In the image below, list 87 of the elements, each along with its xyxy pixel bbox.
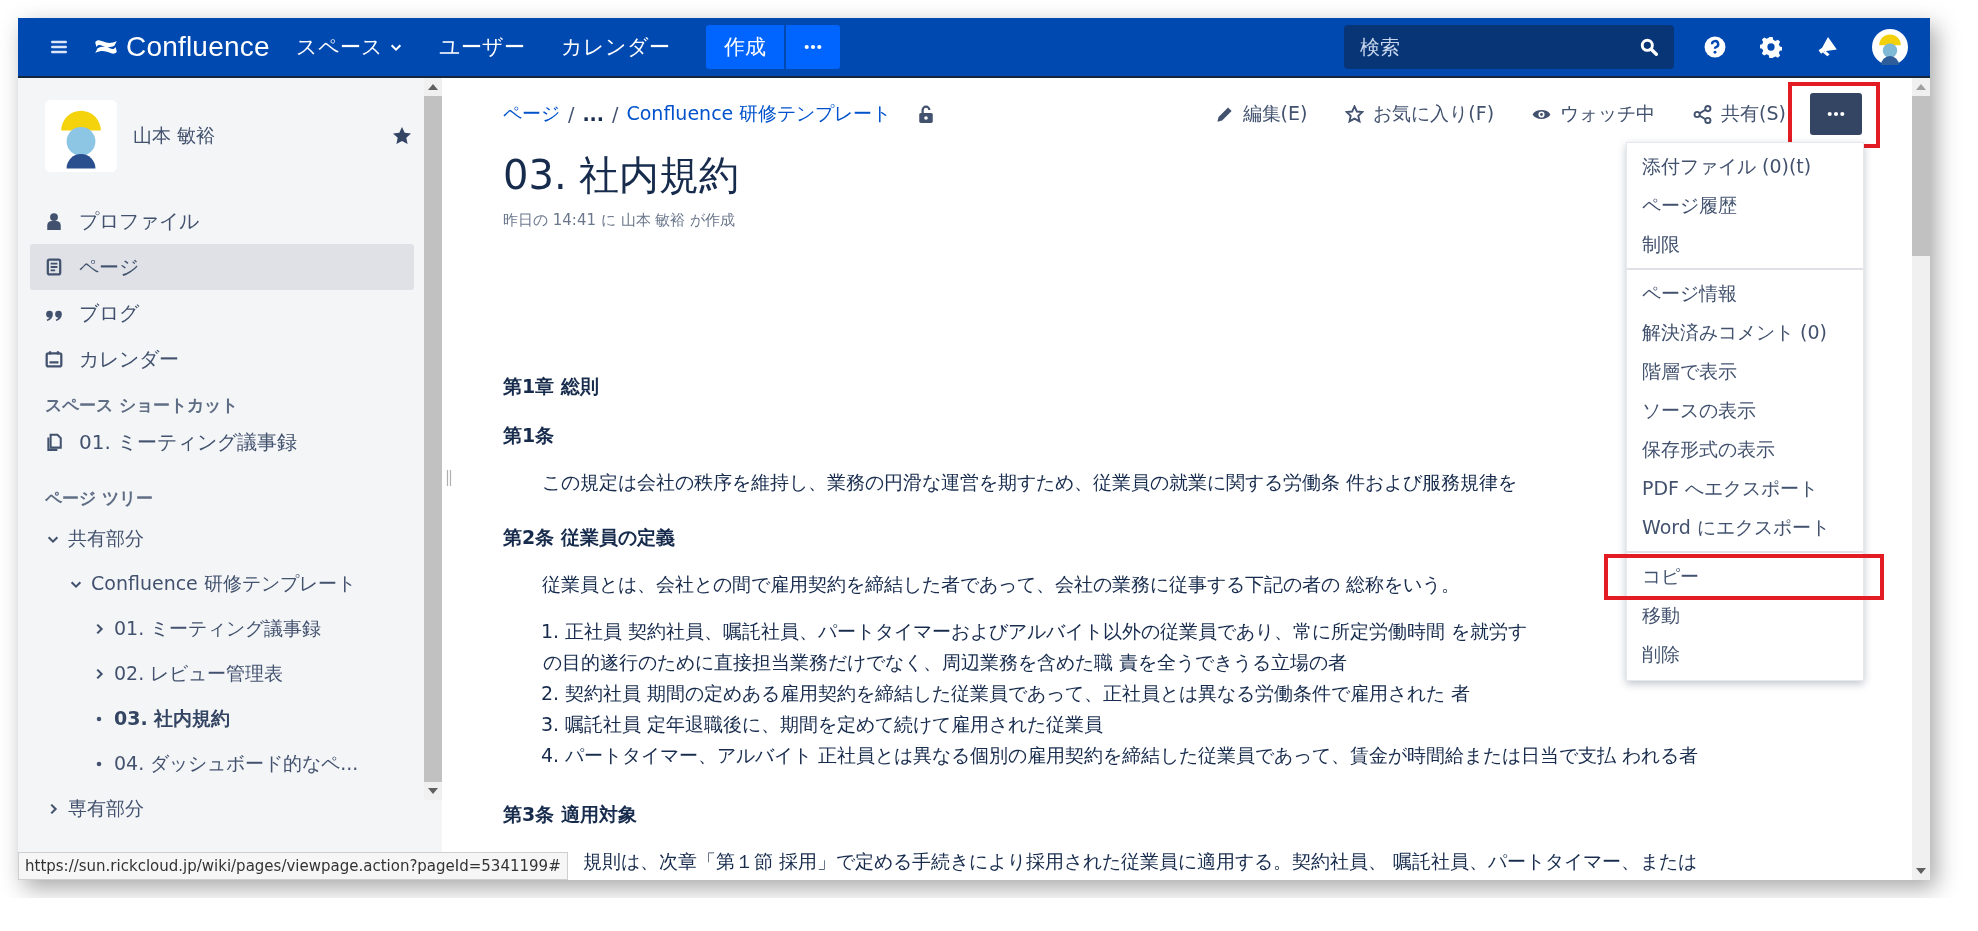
nav-link[interactable]: スペース: [295, 33, 403, 61]
sidebar-item[interactable]: ページ: [30, 244, 414, 290]
scroll-down-icon: [428, 788, 438, 794]
pages-icon: [45, 258, 63, 276]
menu-item[interactable]: 削除: [1627, 635, 1863, 674]
section-heading: スペース ショートカット: [44, 394, 239, 417]
calendar-icon: [45, 350, 63, 368]
breadcrumb-ellipsis[interactable]: ...: [582, 103, 605, 125]
resize-handle-icon[interactable]: [446, 470, 452, 486]
search-icon[interactable]: [1640, 38, 1658, 56]
tree-item[interactable]: 01. ミーティング議事録: [114, 615, 322, 642]
more-actions-button[interactable]: [1810, 93, 1862, 135]
list-number: 4.: [541, 743, 560, 768]
create-button[interactable]: 作成: [705, 25, 784, 69]
article-heading: 第3条 適用対象: [503, 802, 637, 827]
menu-item[interactable]: ページ履歴: [1627, 186, 1863, 225]
star-icon: [1345, 104, 1365, 124]
tree-item[interactable]: 共有部分: [68, 525, 144, 552]
menu-item[interactable]: ページ情報: [1627, 274, 1863, 313]
page-byline: 昨日の 14:41 に 山本 敏裕 が作成: [503, 211, 736, 230]
menu-item[interactable]: コピー: [1627, 557, 1863, 596]
scroll-up-icon: [1916, 84, 1926, 90]
sidebar-item[interactable]: ブログ: [30, 290, 414, 336]
scrollbar-thumb[interactable]: [1912, 96, 1930, 256]
more-icon: [1827, 111, 1845, 117]
space-avatar: [45, 100, 117, 172]
star-icon[interactable]: [392, 126, 412, 146]
menu-item[interactable]: 制限: [1627, 225, 1863, 264]
more-icon: [803, 44, 822, 50]
tree-item[interactable]: Confluence 研修テンプレート: [91, 570, 356, 597]
chapter-heading: 第1章 総則: [503, 374, 599, 399]
menu-item[interactable]: 保存形式の表示: [1627, 430, 1863, 469]
app-logo-text[interactable]: Confluence: [126, 31, 270, 63]
menu-item[interactable]: ソースの表示: [1627, 391, 1863, 430]
section-heading: ページ ツリー: [44, 487, 154, 510]
paragraph: 従業員とは、会社との間で雇用契約を締結した者であって、会社の業務に従事する下記の者の 総称をいう。: [542, 572, 1461, 597]
menu-item[interactable]: Word にエクスポート: [1627, 508, 1863, 547]
article-heading: 第2条 従業員の定義: [503, 525, 675, 550]
nav-link[interactable]: カレンダー: [560, 33, 670, 61]
list-number: 3.: [541, 712, 560, 737]
megaphone-icon[interactable]: [1816, 36, 1838, 58]
list-number: 2.: [541, 681, 560, 706]
list-item-text: の目的遂行のために直接担当業務だけでなく、周辺業務を含めた職 責を全うできうる立場の者: [543, 650, 1349, 675]
paragraph: 規則は、次章「第１節 採用」で定める手続きにより採用された従業員に適用する。契約社員、 嘱託社員、パートタイマー、または: [583, 849, 1698, 874]
action-link[interactable]: お気に入り(F): [1345, 101, 1495, 127]
sidebar-item[interactable]: プロファイル: [30, 198, 414, 244]
list-item-text: 正社員 契約社員、嘱託社員、パートタイマーおよびアルバイト以外の従業員であり、常に所定労働時間 を就労す: [565, 619, 1528, 644]
settings-icon[interactable]: [1760, 36, 1782, 58]
menu-item[interactable]: 解決済みコメント (0): [1627, 313, 1863, 352]
search-field[interactable]: 検索: [1344, 25, 1674, 69]
action-link[interactable]: 編集(E): [1214, 101, 1308, 127]
shortcut-link[interactable]: 01. ミーティング議事録: [30, 419, 414, 465]
avatar-icon[interactable]: [1872, 29, 1908, 65]
action-link[interactable]: ウォッチ中: [1532, 101, 1656, 127]
tree-item[interactable]: 03. 社内規約: [114, 705, 231, 732]
tree-item[interactable]: 専有部分: [68, 795, 144, 822]
copy-pages-icon: [45, 433, 63, 451]
list-item-text: 契約社員 期間の定めある雇用契約を締結した従業員であって、正社員とは異なる労働条件で雇用された 者: [565, 681, 1471, 706]
page-title: 03. 社内規約: [503, 151, 740, 200]
breadcrumb-separator: /: [612, 103, 619, 125]
space-name[interactable]: 山本 敏裕: [133, 123, 392, 149]
breadcrumb-separator: /: [568, 103, 575, 125]
paragraph: この規定は会社の秩序を維持し、業務の円滑な運営を期すため、従業員の就業に関する労働条 件および服務規律を: [542, 470, 1518, 495]
menu-icon[interactable]: [50, 38, 68, 56]
scrollbar[interactable]: [1912, 78, 1930, 880]
article-heading: 第1条: [503, 423, 555, 448]
unlocked-icon[interactable]: [917, 105, 936, 123]
nav-link[interactable]: ユーザー: [438, 33, 525, 61]
menu-item[interactable]: PDF へエクスポート: [1627, 469, 1863, 508]
tree-item[interactable]: 02. レビュー管理表: [114, 660, 284, 687]
scroll-up-icon: [428, 84, 438, 90]
scroll-down-icon: [1916, 868, 1926, 874]
share-icon: [1693, 104, 1713, 124]
breadcrumb-link[interactable]: Confluence 研修テンプレート: [626, 101, 892, 127]
menu-item[interactable]: 移動: [1627, 596, 1863, 635]
breadcrumb-link[interactable]: ページ: [503, 101, 560, 127]
list-number: 1.: [541, 619, 560, 644]
list-item-text: パートタイマー、アルバイト 正社員とは異なる個別の雇用契約を締結した従業員であって、賃金が時間給または日当で支払 われる者: [565, 743, 1699, 768]
tree-item[interactable]: 04. ダッシュボード的なペ...: [114, 750, 359, 777]
sidebar-item[interactable]: カレンダー: [30, 336, 414, 382]
profile-icon: [45, 212, 63, 230]
action-link[interactable]: 共有(S): [1693, 101, 1786, 127]
status-url: https://sun.rickcloud.jp/wiki/pages/viewpage.action?pageId=5341199#: [18, 852, 568, 880]
menu-item[interactable]: 添付ファイル (0)(t): [1627, 147, 1863, 186]
help-icon[interactable]: [1704, 36, 1726, 58]
list-item-text: 嘱託社員 定年退職後に、期間を定めて続けて雇用された従業員: [565, 712, 1104, 737]
menu-item[interactable]: 階層で表示: [1627, 352, 1863, 391]
